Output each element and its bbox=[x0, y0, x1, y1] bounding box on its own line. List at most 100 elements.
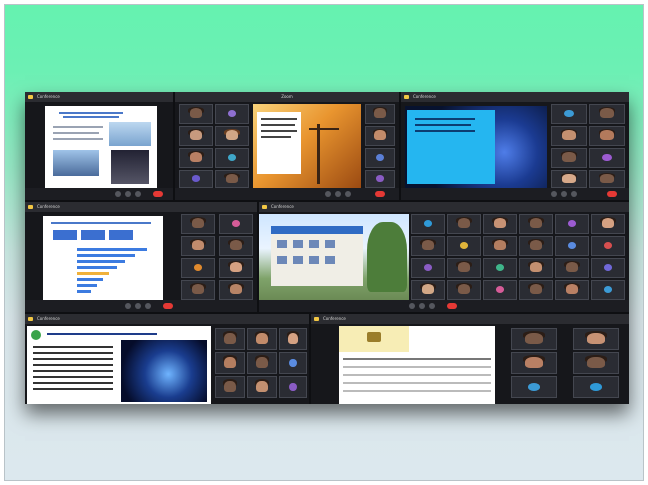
window-title-bar: Conference bbox=[401, 92, 629, 102]
video-icon[interactable] bbox=[335, 191, 341, 197]
leave-button[interactable] bbox=[153, 191, 163, 197]
mute-icon[interactable] bbox=[409, 303, 415, 309]
participant-video bbox=[519, 280, 553, 300]
window-title: Conference bbox=[323, 316, 346, 321]
participant-video bbox=[483, 236, 517, 256]
participant-video bbox=[447, 236, 481, 256]
zoom-meeting-icon bbox=[28, 95, 33, 99]
slide-text-box bbox=[407, 110, 495, 184]
illustration bbox=[121, 340, 207, 402]
participant-video bbox=[555, 258, 589, 278]
leave-button[interactable] bbox=[447, 303, 457, 309]
meeting-controls bbox=[25, 188, 173, 200]
stat-box bbox=[81, 230, 105, 240]
participant-video bbox=[219, 236, 253, 256]
zoom-window-1: Conference bbox=[25, 92, 173, 200]
participant-video bbox=[511, 376, 557, 398]
pilot-photo bbox=[111, 150, 149, 184]
mute-icon[interactable] bbox=[551, 191, 557, 197]
participant-video bbox=[411, 258, 445, 278]
window-title-bar: Conference bbox=[25, 202, 257, 212]
mute-icon[interactable] bbox=[325, 191, 331, 197]
zoom-meeting-icon bbox=[404, 95, 409, 99]
participant-video bbox=[589, 148, 625, 168]
participant-video bbox=[215, 170, 249, 188]
zoom-window-5: Conference bbox=[259, 202, 629, 312]
window-title-bar: Conference bbox=[25, 314, 309, 324]
meeting-controls bbox=[25, 300, 257, 312]
meeting-controls bbox=[259, 300, 629, 312]
participant-video bbox=[179, 104, 213, 124]
participant-video bbox=[573, 328, 619, 350]
shared-slide bbox=[405, 106, 547, 190]
participant-video bbox=[589, 126, 625, 146]
participant-video bbox=[511, 352, 557, 374]
video-icon[interactable] bbox=[561, 191, 567, 197]
leave-button[interactable] bbox=[375, 191, 385, 197]
video-icon[interactable] bbox=[419, 303, 425, 309]
shared-slide bbox=[45, 106, 157, 190]
participant-video bbox=[555, 236, 589, 256]
emblem-icon bbox=[367, 332, 381, 342]
building-sign bbox=[271, 226, 363, 234]
participant-video bbox=[519, 236, 553, 256]
participant-video bbox=[591, 258, 625, 278]
share-icon[interactable] bbox=[345, 191, 351, 197]
participant-video bbox=[589, 104, 625, 124]
zoom-window-6: Conference bbox=[25, 314, 309, 404]
airplane-photo bbox=[109, 122, 151, 146]
participant-video bbox=[215, 328, 245, 350]
participant-video bbox=[181, 258, 215, 278]
shared-slide bbox=[27, 326, 211, 404]
video-icon[interactable] bbox=[125, 191, 131, 197]
slide-frame: Conference Zoom Conference Conference Co… bbox=[4, 4, 644, 481]
share-icon[interactable] bbox=[145, 303, 151, 309]
participant-video bbox=[447, 280, 481, 300]
window-title-bar: Conference bbox=[25, 92, 173, 102]
participant-video bbox=[181, 280, 215, 300]
zoom-meeting-icon bbox=[262, 205, 267, 209]
stat-box bbox=[53, 230, 77, 240]
video-icon[interactable] bbox=[135, 303, 141, 309]
participant-video bbox=[365, 126, 395, 146]
participant-video bbox=[219, 258, 253, 278]
participant-video bbox=[551, 104, 587, 124]
meeting-controls bbox=[175, 188, 399, 200]
window-title: Conference bbox=[37, 316, 60, 321]
crane-silhouette bbox=[317, 124, 320, 184]
window-title: Conference bbox=[413, 94, 436, 99]
share-icon[interactable] bbox=[571, 191, 577, 197]
window-title: Zoom bbox=[281, 94, 293, 99]
leave-button[interactable] bbox=[607, 191, 617, 197]
share-icon[interactable] bbox=[135, 191, 141, 197]
window-title-bar: Zoom bbox=[175, 92, 399, 102]
participant-video bbox=[219, 280, 253, 300]
participant-video bbox=[483, 214, 517, 234]
tree bbox=[367, 222, 407, 292]
participant-video bbox=[179, 148, 213, 168]
mute-icon[interactable] bbox=[125, 303, 131, 309]
participant-video bbox=[279, 352, 307, 374]
participant-video bbox=[279, 376, 307, 398]
window-title: Conference bbox=[37, 204, 60, 209]
participant-video bbox=[447, 258, 481, 278]
shared-slide bbox=[339, 326, 495, 404]
zoom-window-3: Conference bbox=[401, 92, 629, 200]
zoom-meeting-icon bbox=[28, 317, 33, 321]
participant-video bbox=[551, 170, 587, 188]
participant-video bbox=[519, 214, 553, 234]
participant-video bbox=[555, 280, 589, 300]
mute-icon[interactable] bbox=[115, 191, 121, 197]
shared-slide bbox=[259, 214, 409, 300]
participant-video bbox=[247, 352, 277, 374]
participant-video bbox=[279, 328, 307, 350]
leave-button[interactable] bbox=[163, 303, 173, 309]
participant-video bbox=[591, 236, 625, 256]
participant-video bbox=[179, 126, 213, 146]
participant-video bbox=[411, 280, 445, 300]
participant-video bbox=[555, 214, 589, 234]
participant-video bbox=[365, 148, 395, 168]
participant-video bbox=[215, 148, 249, 168]
participant-video bbox=[365, 104, 395, 124]
share-icon[interactable] bbox=[429, 303, 435, 309]
